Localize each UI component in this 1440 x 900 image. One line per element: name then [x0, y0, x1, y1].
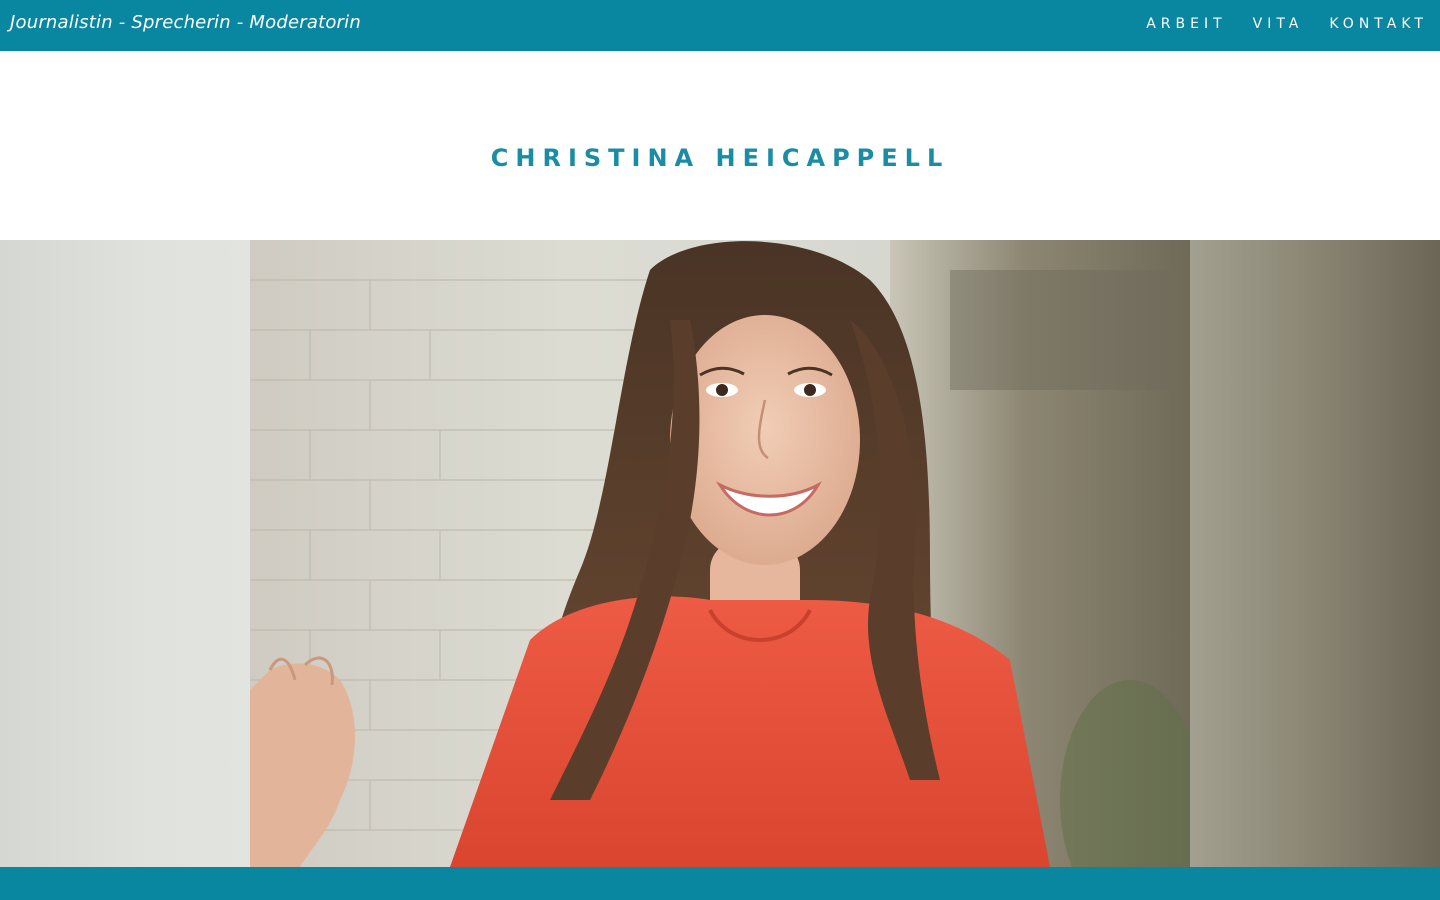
nav-item-arbeit[interactable]: ARBEIT — [1146, 16, 1226, 32]
site-tagline: Journalistin - Sprecherin - Moderatorin — [10, 12, 361, 33]
portrait-photo — [250, 240, 1190, 867]
nav-item-vita[interactable]: VITA — [1253, 16, 1304, 32]
main-nav: ARBEIT VITA KONTAKT — [1146, 16, 1428, 32]
hero-blur-right — [1190, 240, 1440, 867]
bottom-bar — [0, 867, 1440, 900]
top-bar: Journalistin - Sprecherin - Moderatorin … — [0, 0, 1440, 51]
hero-banner — [0, 240, 1440, 867]
page-title: CHRISTINA HEICAPPELL — [490, 144, 950, 173]
hero-blur-left — [0, 240, 250, 867]
nav-item-kontakt[interactable]: KONTAKT — [1329, 16, 1428, 32]
